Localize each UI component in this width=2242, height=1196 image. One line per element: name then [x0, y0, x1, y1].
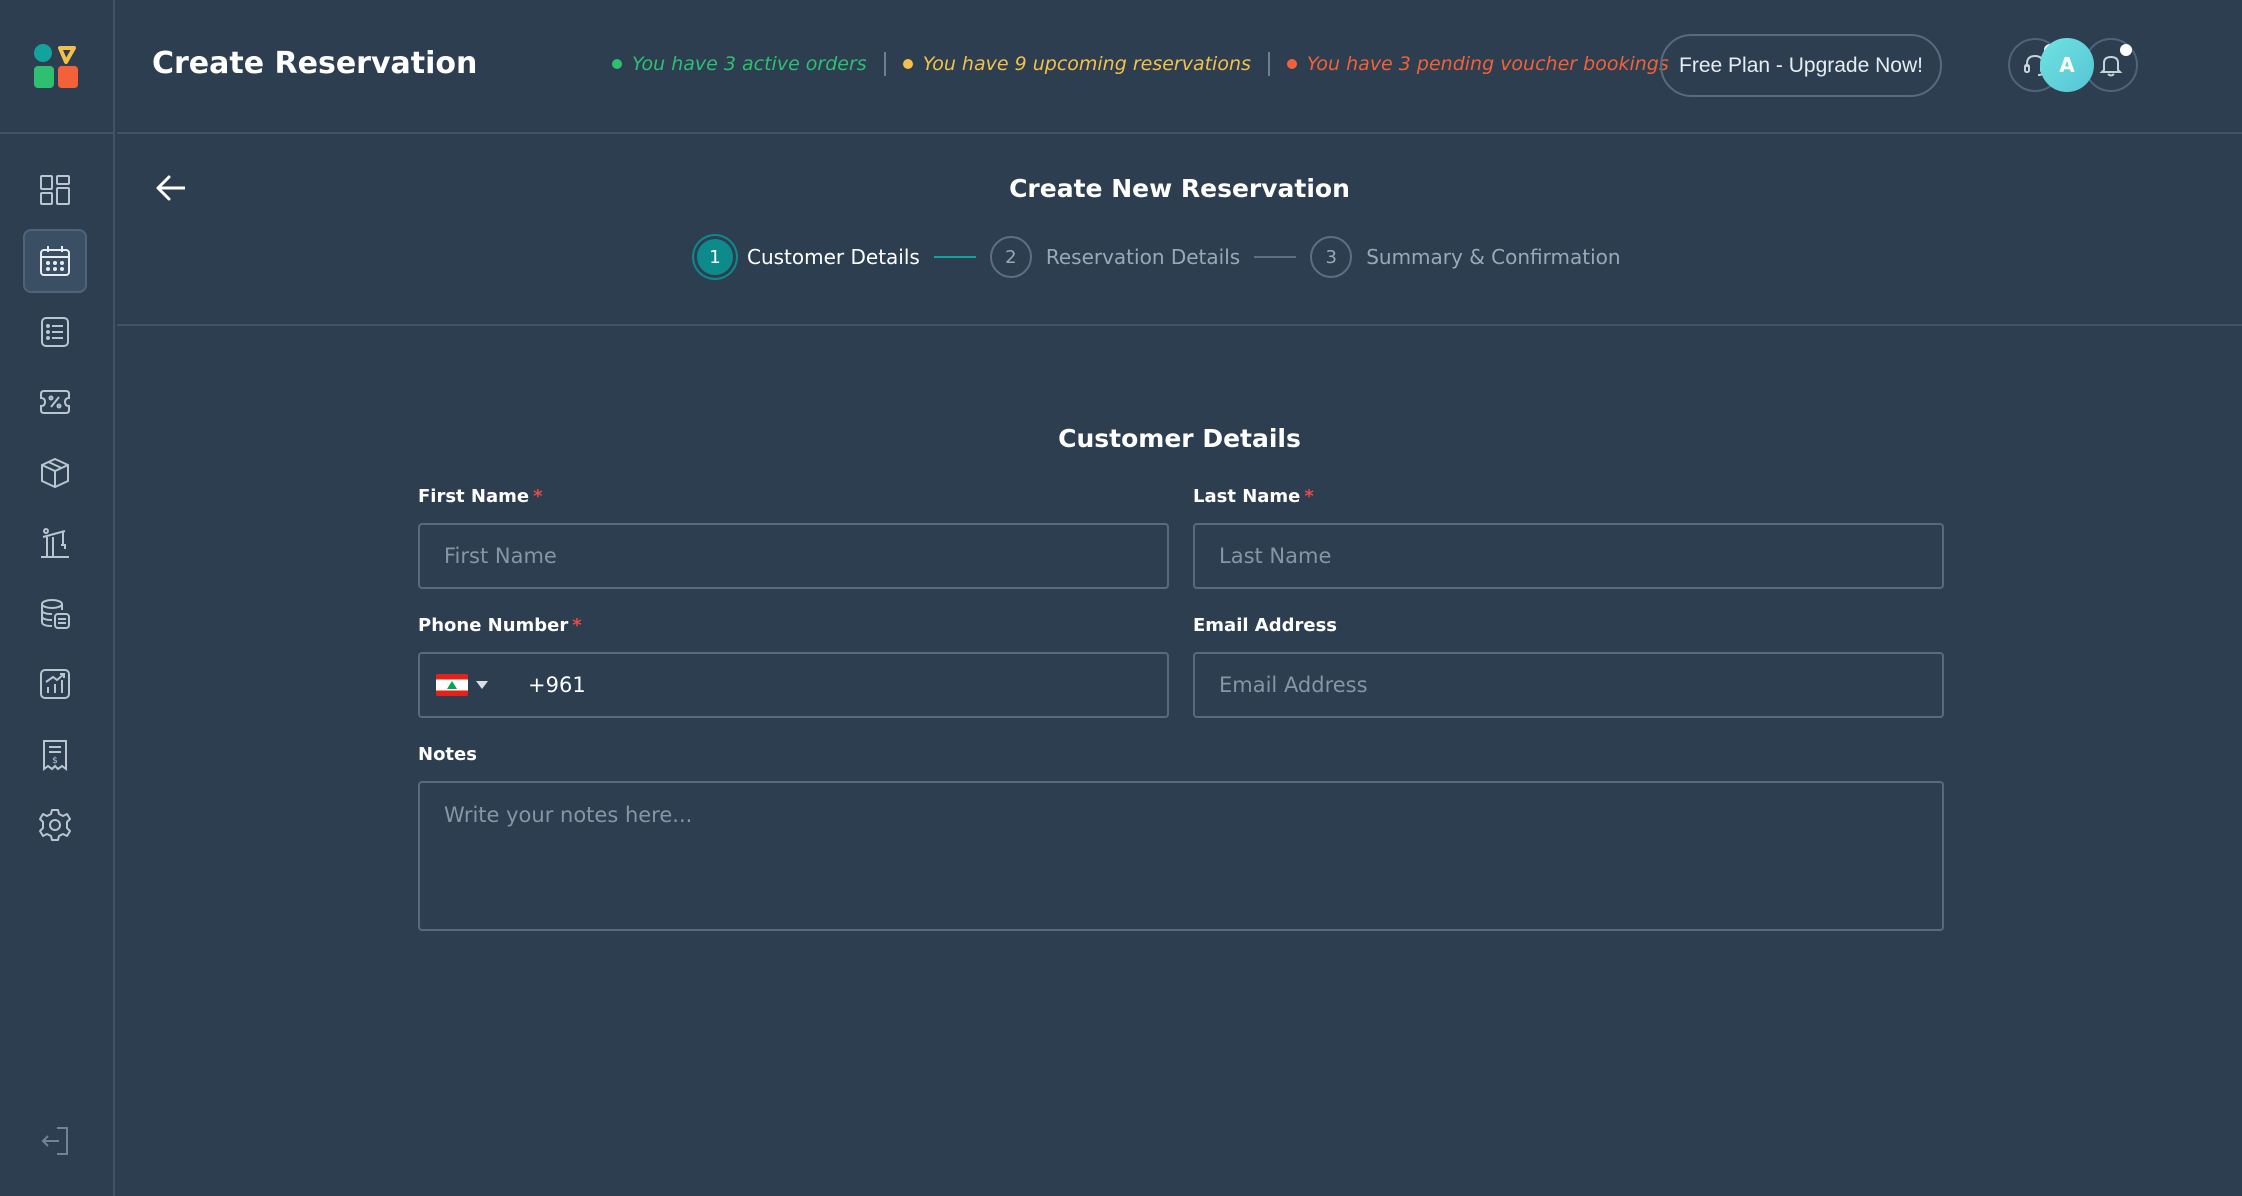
progress-stepper: 1 Customer Details 2 Reservation Details…	[697, 236, 1621, 278]
reservation-subheader: Create New Reservation 1 Customer Detail…	[117, 136, 2242, 326]
chevron-down-icon	[476, 681, 488, 689]
step-label: Reservation Details	[1045, 245, 1241, 269]
notes-textarea[interactable]	[418, 781, 1944, 931]
status-dot-green	[612, 59, 622, 69]
logout-icon[interactable]	[37, 1123, 73, 1159]
step-label: Summary & Confirmation	[1366, 245, 1621, 269]
status-upcoming-reservations[interactable]: You have 9 upcoming reservations	[902, 53, 1251, 75]
nav-operations[interactable]	[23, 511, 87, 575]
last-name-label-text: Last Name	[1193, 486, 1301, 507]
status-separator	[1267, 52, 1270, 76]
status-active-orders-text: You have 3 active orders	[632, 53, 867, 75]
step-label: Customer Details	[747, 245, 920, 269]
form-title: Customer Details	[1058, 424, 1301, 453]
phone-number-label-text: Phone Number	[418, 615, 569, 636]
analytics-icon	[40, 669, 70, 699]
nav-reservations[interactable]	[23, 229, 87, 293]
nav-settings[interactable]	[23, 793, 87, 857]
status-separator	[883, 52, 886, 76]
notes-label-text: Notes	[418, 744, 477, 765]
first-name-input[interactable]	[418, 523, 1169, 589]
page-title: Create Reservation	[152, 46, 478, 81]
step-connector	[933, 256, 976, 258]
required-mark: *	[572, 615, 582, 636]
notifications-badge	[2120, 44, 2132, 56]
first-name-label: First Name *	[418, 486, 543, 507]
receipt-icon: $	[43, 740, 67, 771]
database-icon	[41, 599, 70, 629]
gear-icon	[39, 809, 71, 841]
crane-icon	[41, 528, 69, 558]
user-avatar[interactable]: A	[2040, 38, 2094, 92]
svg-text:$: $	[52, 756, 58, 766]
status-active-orders[interactable]: You have 3 active orders	[612, 53, 867, 75]
list-icon	[41, 317, 69, 347]
nav-products[interactable]	[23, 441, 87, 505]
status-pending-vouchers[interactable]: You have 3 pending voucher bookings	[1286, 53, 1669, 75]
email-address-input[interactable]	[1193, 652, 1944, 718]
voucher-icon	[40, 390, 70, 414]
lebanon-flag-icon	[436, 674, 468, 696]
status-pending-vouchers-text: You have 3 pending voucher bookings	[1306, 53, 1669, 75]
step-reservation-details[interactable]: 2 Reservation Details	[989, 236, 1241, 278]
step-number: 2	[989, 236, 1032, 278]
phone-number-input[interactable]	[528, 673, 1128, 697]
country-code-selector[interactable]	[420, 674, 488, 696]
step-customer-details[interactable]: 1 Customer Details	[697, 239, 920, 275]
email-address-label-text: Email Address	[1193, 615, 1338, 636]
top-header: Create Reservation You have 3 active ord…	[117, 0, 2242, 134]
status-dot-red	[1286, 59, 1297, 69]
bell-icon	[2099, 55, 2123, 77]
step-connector	[1254, 256, 1297, 258]
status-upcoming-reservations-text: You have 9 upcoming reservations	[922, 53, 1251, 75]
upgrade-plan-button[interactable]: Free Plan - Upgrade Now!	[1660, 34, 1942, 97]
app-logo[interactable]	[30, 40, 82, 92]
dashboard-icon	[40, 175, 70, 205]
phone-number-label: Phone Number *	[418, 615, 582, 636]
email-address-label: Email Address	[1193, 615, 1337, 636]
last-name-input[interactable]	[1193, 523, 1944, 589]
sidebar: $	[0, 0, 115, 1196]
nav-analytics[interactable]	[23, 652, 87, 716]
nav-dashboard[interactable]	[23, 158, 87, 222]
nav-database[interactable]	[23, 582, 87, 646]
subheader-title: Create New Reservation	[1009, 174, 1350, 203]
nav-vouchers[interactable]	[23, 370, 87, 434]
step-number: 1	[697, 239, 733, 275]
step-number: 3	[1310, 236, 1353, 278]
step-summary-confirmation[interactable]: 3 Summary & Confirmation	[1310, 236, 1621, 278]
calendar-icon	[40, 246, 70, 276]
nav-orders[interactable]	[23, 300, 87, 364]
status-dot-yellow	[902, 59, 913, 69]
first-name-label-text: First Name	[418, 486, 530, 507]
box-icon	[41, 457, 69, 489]
required-mark: *	[533, 486, 543, 507]
notes-label: Notes	[418, 744, 477, 765]
last-name-label: Last Name *	[1193, 486, 1314, 507]
status-bar: You have 3 active orders You have 9 upco…	[612, 52, 1669, 76]
sidebar-divider	[0, 132, 115, 134]
phone-field	[418, 652, 1169, 718]
nav-invoices[interactable]: $	[23, 723, 87, 787]
required-mark: *	[1304, 486, 1314, 507]
